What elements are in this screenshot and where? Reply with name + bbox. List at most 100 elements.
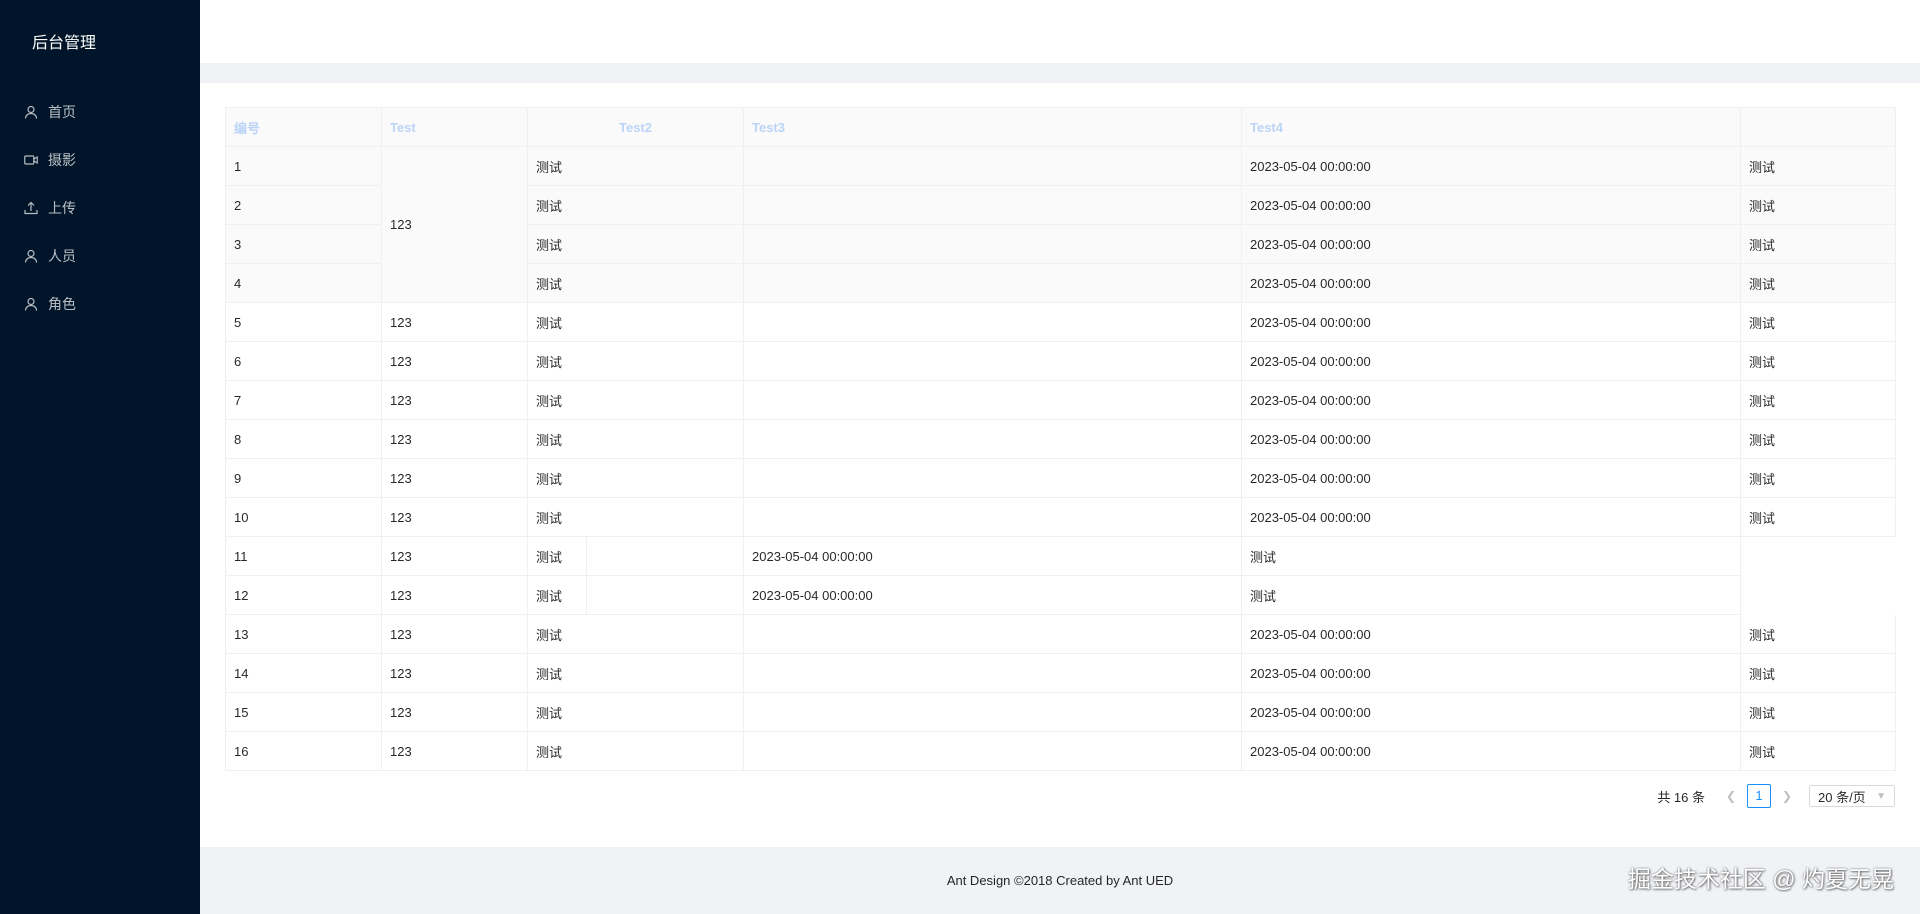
chevron-left-icon[interactable]: ❮ bbox=[1719, 789, 1743, 803]
sidebar: 后台管理 首页 摄影 上传 人员 角色 bbox=[0, 0, 200, 914]
cell-id: 12 bbox=[225, 575, 382, 615]
sidebar-item-upload[interactable]: 上传 bbox=[0, 184, 200, 232]
cell-test3 bbox=[743, 458, 1242, 498]
cell-test4: 测试 bbox=[1241, 536, 1741, 576]
cell-test: 123 bbox=[381, 380, 528, 420]
cell-test3 bbox=[743, 263, 1242, 303]
user-icon bbox=[24, 105, 38, 119]
cell-id: 6 bbox=[225, 341, 382, 381]
cell-extra bbox=[1740, 536, 1896, 576]
sidebar-logo: 后台管理 bbox=[32, 35, 97, 52]
cell-extra: 测试 bbox=[1740, 419, 1896, 459]
table-row: 9 123 测试 2023-05-04 00:00:00 测试 bbox=[225, 458, 1896, 498]
chevron-right-icon[interactable]: ❯ bbox=[1775, 789, 1799, 803]
cell-id: 4 bbox=[225, 263, 382, 303]
cell-extra: 测试 bbox=[1740, 653, 1896, 693]
cell-test: 123 bbox=[381, 575, 528, 615]
cell-test3 bbox=[743, 614, 1242, 654]
cell-test3 bbox=[743, 731, 1242, 771]
sidebar-item-personnel[interactable]: 人员 bbox=[0, 232, 200, 280]
cell-test3 bbox=[743, 653, 1242, 693]
cell-test4: 2023-05-04 00:00:00 bbox=[1241, 380, 1741, 420]
column-header-id: 编号 bbox=[225, 107, 382, 147]
cell-extra: 测试 bbox=[1740, 263, 1896, 303]
data-table: 编号 Test Test2 Test3 Test4 1 123 测试 2023-05-… bbox=[225, 107, 1896, 771]
cell-extra: 测试 bbox=[1740, 692, 1896, 732]
sidebar-item-label: 首页 bbox=[48, 104, 76, 120]
page-size-value: 20 条/页 bbox=[1818, 789, 1866, 805]
table-row: 8 123 测试 2023-05-04 00:00:00 测试 bbox=[225, 419, 1896, 459]
column-header-test4: Test4 bbox=[1241, 107, 1741, 147]
cell-extra: 测试 bbox=[1740, 341, 1896, 381]
cell-test2: 测试 bbox=[527, 536, 587, 576]
table-row: 15 123 测试 2023-05-04 00:00:00 测试 bbox=[225, 692, 1896, 732]
table-row: 10 123 测试 2023-05-04 00:00:00 测试 bbox=[225, 497, 1896, 537]
cell-test4: 2023-05-04 00:00:00 bbox=[1241, 263, 1741, 303]
table-header-row: 编号 Test Test2 Test3 Test4 bbox=[225, 107, 1896, 147]
watermark: 掘金技术社区 @ 灼夏无晃 bbox=[1627, 866, 1894, 892]
cell-extra bbox=[1740, 575, 1896, 615]
cell-test: 123 bbox=[381, 341, 528, 381]
cell-test: 123 bbox=[381, 146, 528, 303]
table-row: 6 123 测试 2023-05-04 00:00:00 测试 bbox=[225, 341, 1896, 381]
sidebar-item-home[interactable]: 首页 bbox=[0, 88, 200, 136]
cell-extra: 测试 bbox=[1740, 731, 1896, 771]
cell-test: 123 bbox=[381, 419, 528, 459]
chevron-down-icon: ▼ bbox=[1876, 790, 1886, 802]
table-row: 14 123 测试 2023-05-04 00:00:00 测试 bbox=[225, 653, 1896, 693]
cell-test2: 测试 bbox=[527, 419, 744, 459]
cell-test: 123 bbox=[381, 731, 528, 771]
cell-test2: 测试 bbox=[527, 263, 744, 303]
cell-extra: 测试 bbox=[1740, 497, 1896, 537]
cell-test2: 测试 bbox=[527, 380, 744, 420]
cell-test3: 2023-05-04 00:00:00 bbox=[743, 575, 1242, 615]
cell-id: 11 bbox=[225, 536, 382, 576]
cell-test3 bbox=[743, 302, 1242, 342]
sidebar-item-roles[interactable]: 角色 bbox=[0, 280, 200, 328]
cell-extra: 测试 bbox=[1740, 224, 1896, 264]
column-header-test2: Test2 bbox=[527, 107, 744, 147]
cell-test2: 测试 bbox=[527, 692, 744, 732]
table-row: 12 123 测试 2023-05-04 00:00:00 测试 bbox=[225, 575, 1896, 615]
cell-test: 123 bbox=[381, 653, 528, 693]
cell-test4: 2023-05-04 00:00:00 bbox=[1241, 302, 1741, 342]
cell-id: 8 bbox=[225, 419, 382, 459]
column-header-extra bbox=[1740, 107, 1896, 147]
cell-extra: 测试 bbox=[1740, 458, 1896, 498]
table-row: 5 123 测试 2023-05-04 00:00:00 测试 bbox=[225, 302, 1896, 342]
sidebar-item-label: 人员 bbox=[48, 248, 76, 264]
cell-test2: 测试 bbox=[527, 302, 744, 342]
cell-id: 9 bbox=[225, 458, 382, 498]
cell-test2: 测试 bbox=[527, 614, 744, 654]
cell-id: 1 bbox=[225, 146, 382, 186]
sidebar-item-photography[interactable]: 摄影 bbox=[0, 136, 200, 184]
cell-id: 15 bbox=[225, 692, 382, 732]
cell-test4: 2023-05-04 00:00:00 bbox=[1241, 458, 1741, 498]
pagination-page-current[interactable]: 1 bbox=[1747, 784, 1771, 808]
sidebar-item-label: 摄影 bbox=[48, 152, 76, 168]
cell-extra: 测试 bbox=[1740, 302, 1896, 342]
cell-extra: 测试 bbox=[1740, 146, 1896, 186]
cell-test4: 2023-05-04 00:00:00 bbox=[1241, 185, 1741, 225]
pagination-total: 共 16 条 bbox=[1657, 789, 1705, 805]
cell-extra: 测试 bbox=[1740, 614, 1896, 654]
cell-test4: 2023-05-04 00:00:00 bbox=[1241, 146, 1741, 186]
cell-test3 bbox=[743, 224, 1242, 264]
cell-id: 14 bbox=[225, 653, 382, 693]
cell-test2: 测试 bbox=[527, 146, 744, 186]
video-camera-icon bbox=[24, 153, 38, 167]
table-row: 16 123 测试 2023-05-04 00:00:00 测试 bbox=[225, 731, 1896, 771]
cell-test: 123 bbox=[381, 458, 528, 498]
cell-test4: 2023-05-04 00:00:00 bbox=[1241, 497, 1741, 537]
main-content: 编号 Test Test2 Test3 Test4 1 123 测试 2023-05-… bbox=[200, 83, 1920, 847]
cell-extra: 测试 bbox=[1740, 380, 1896, 420]
cell-test2: 测试 bbox=[527, 653, 744, 693]
page-size-select[interactable]: 20 条/页 ▼ bbox=[1809, 785, 1895, 807]
cell-id: 7 bbox=[225, 380, 382, 420]
cell-id: 3 bbox=[225, 224, 382, 264]
cell-test4: 2023-05-04 00:00:00 bbox=[1241, 653, 1741, 693]
data-table-wrapper: 编号 Test Test2 Test3 Test4 1 123 测试 2023-05-… bbox=[225, 107, 1896, 771]
cell-id: 16 bbox=[225, 731, 382, 771]
table-row: 7 123 测试 2023-05-04 00:00:00 测试 bbox=[225, 380, 1896, 420]
cell-test2: 测试 bbox=[527, 575, 587, 615]
